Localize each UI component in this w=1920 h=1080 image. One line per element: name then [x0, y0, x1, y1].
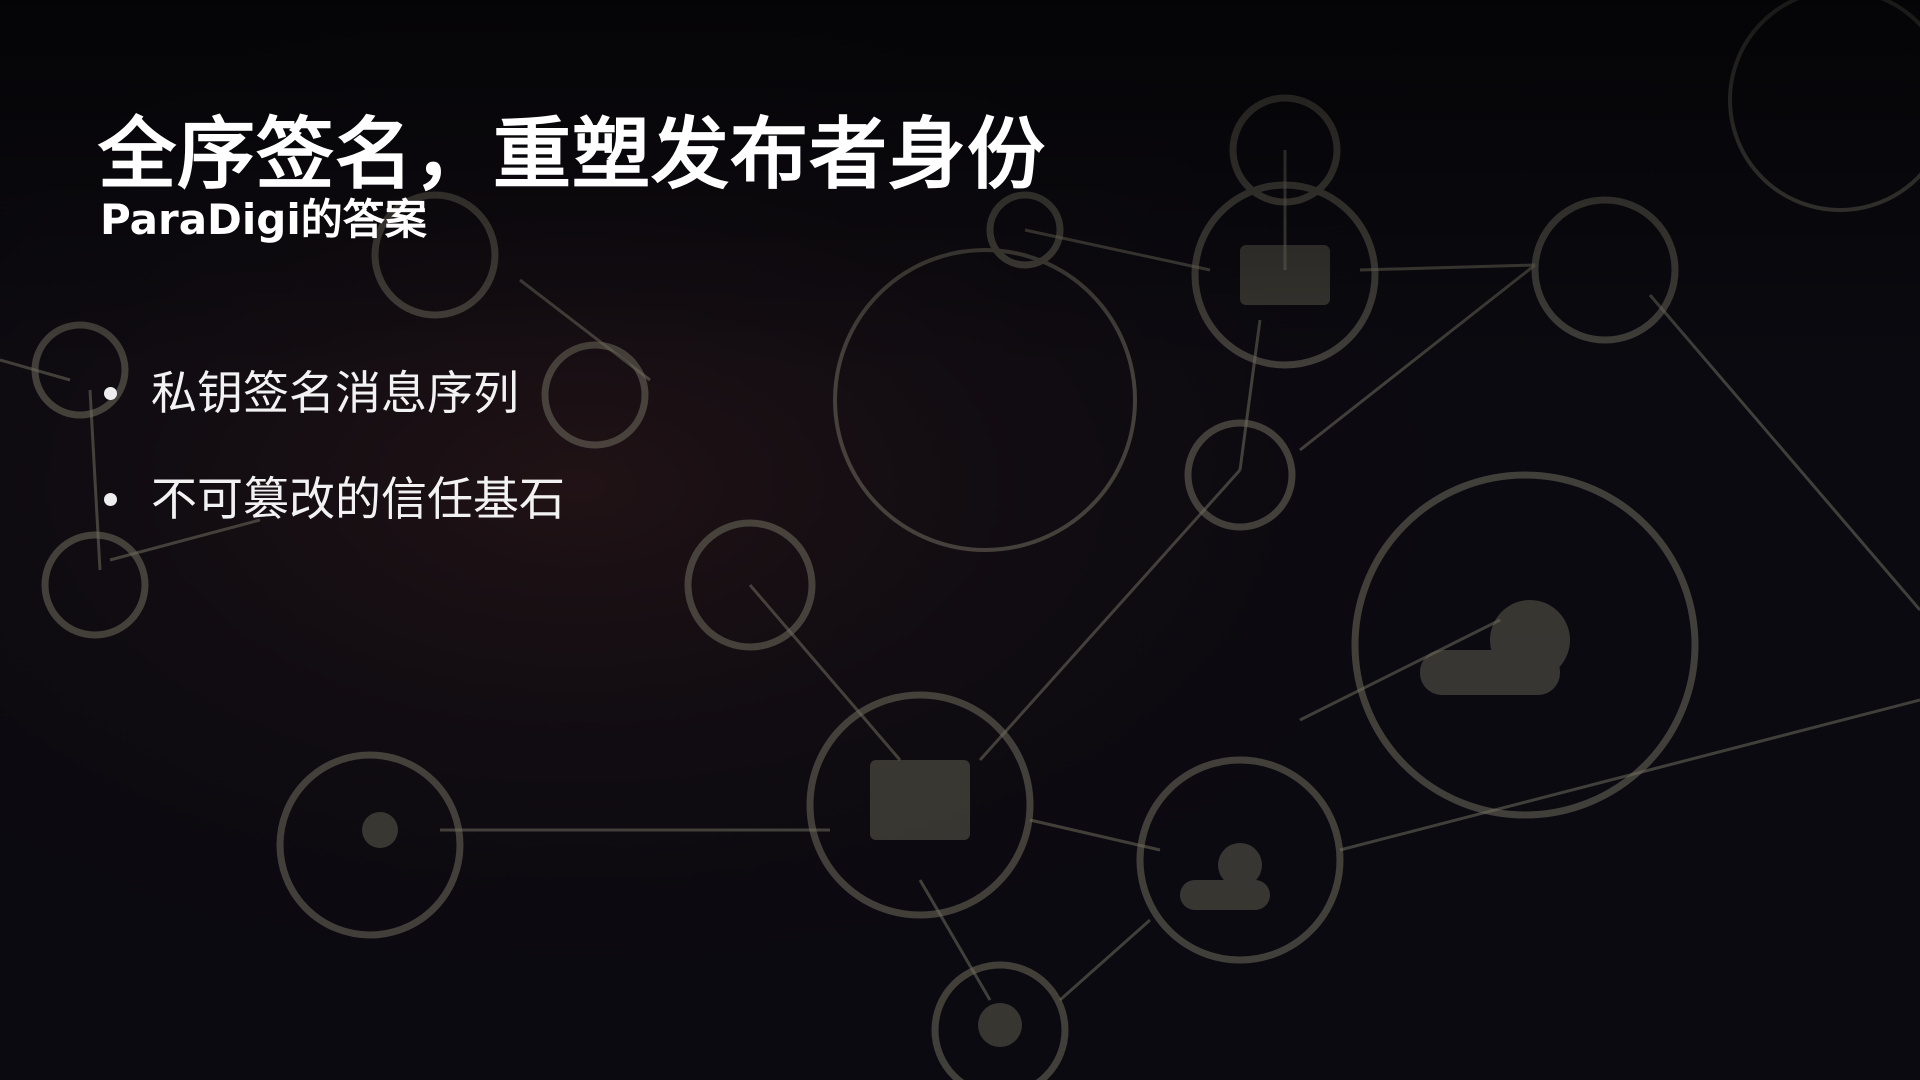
bullet-item: 私钥签名消息序列: [100, 340, 565, 446]
bullet-item: 不可篡改的信任基石: [100, 446, 565, 552]
bullet-dot-icon: [104, 386, 117, 400]
bullet-text: 不可篡改的信任基石: [151, 472, 565, 526]
slide-subtitle: ParaDigi的答案: [100, 195, 427, 244]
bullet-dot-icon: [104, 492, 117, 506]
bullet-list: 私钥签名消息序列 不可篡改的信任基石: [100, 340, 565, 552]
bullet-text: 私钥签名消息序列: [151, 366, 519, 420]
